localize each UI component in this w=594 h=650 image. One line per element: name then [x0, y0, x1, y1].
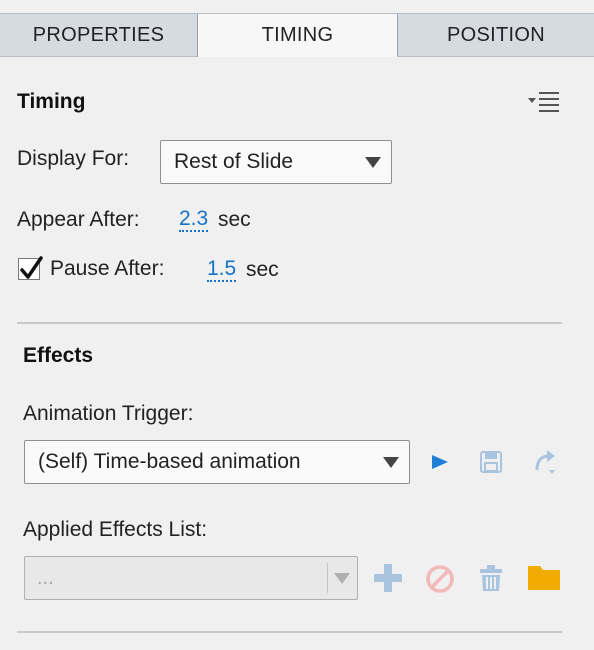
checkmark-icon: [20, 256, 43, 279]
effects-section-title: Effects: [23, 344, 94, 367]
tab-properties[interactable]: PROPERTIES: [0, 14, 197, 56]
tab-timing[interactable]: TIMING: [197, 14, 397, 58]
animation-trigger-value: (Self) Time-based animation: [38, 450, 301, 473]
appear-after-value[interactable]: 2.3: [179, 208, 209, 232]
section-divider: [17, 322, 562, 324]
add-icon[interactable]: [372, 562, 404, 594]
animation-trigger-label: Animation Trigger:: [23, 402, 194, 425]
pause-after-checkbox[interactable]: [18, 256, 43, 280]
chevron-down-icon: [334, 572, 350, 584]
pause-after-unit: sec: [246, 258, 279, 281]
applied-effects-label: Applied Effects List:: [23, 518, 208, 541]
applied-effects-dropdown[interactable]: ...: [24, 556, 358, 600]
display-for-label: Display For:: [17, 147, 130, 170]
appear-after-label: Appear After:: [17, 208, 140, 231]
trash-icon[interactable]: [477, 562, 505, 594]
timing-panel: Timing Display For: Rest of Slide Appear…: [0, 57, 594, 650]
no-entry-icon[interactable]: [424, 563, 456, 595]
panel-menu-icon[interactable]: [526, 89, 562, 115]
pause-after-value[interactable]: 1.5: [207, 258, 237, 282]
display-for-value: Rest of Slide: [174, 150, 294, 173]
section-divider-bottom: [17, 631, 562, 633]
appear-after-unit: sec: [218, 208, 251, 231]
dropdown-separator: [327, 563, 328, 593]
tab-position[interactable]: POSITION: [397, 14, 594, 56]
pause-after-label: Pause After:: [50, 257, 165, 280]
play-icon[interactable]: [429, 450, 451, 474]
timing-section-title: Timing: [17, 90, 86, 113]
save-icon[interactable]: [478, 449, 504, 475]
animation-trigger-dropdown[interactable]: (Self) Time-based animation: [24, 440, 410, 484]
chevron-down-icon: [383, 456, 399, 468]
display-for-dropdown[interactable]: Rest of Slide: [160, 140, 392, 184]
folder-icon[interactable]: [526, 562, 562, 592]
redo-icon[interactable]: [530, 447, 558, 477]
tab-bar: PROPERTIES TIMING POSITION: [0, 13, 594, 58]
applied-effects-value: ...: [37, 566, 54, 589]
chevron-down-icon: [365, 156, 381, 168]
